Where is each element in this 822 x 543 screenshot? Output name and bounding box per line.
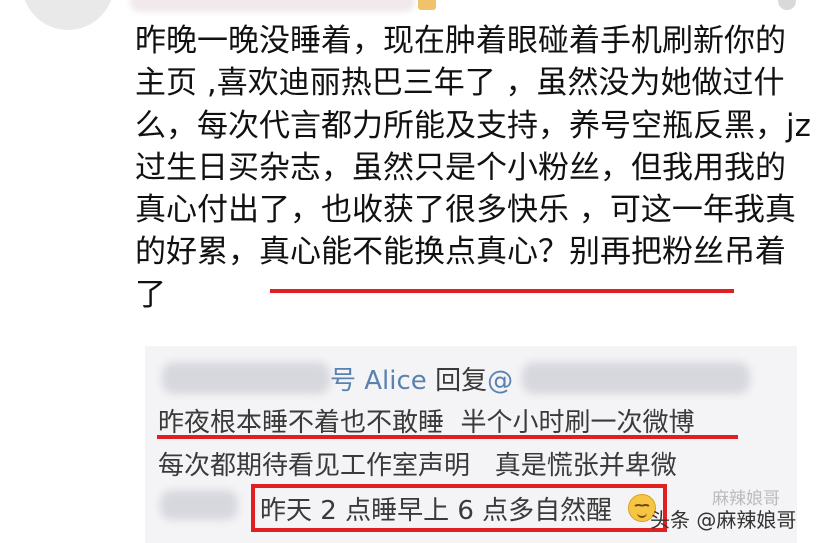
reply-action-label: 回复 [435,366,488,396]
blurred-reply-target [522,362,750,394]
blurred-reply-user-2 [160,490,238,520]
menu-icon[interactable] [778,0,796,10]
highlight-underline [270,289,734,293]
blurred-reply-user [162,362,330,394]
highlight-underline-2 [157,435,738,439]
comment-text: 昨晚一晚没睡着，现在肿着眼碰着手机刷新你的主页 ,喜欢迪丽热巴三年了 ，虽然没为… [135,23,811,313]
reply-header: 号 Alice 回复@ [330,360,513,397]
reply-line-3: 昨天 2 点睡早上 6 点多自然醒 [260,496,613,526]
badge-icon [418,0,436,10]
reply-at[interactable]: @ [487,366,513,396]
avatar[interactable] [22,0,114,30]
reply-line-1: 昨夜根本睡不着也不敢睡 半个小时刷一次微博 [158,408,695,438]
reply-user-name[interactable]: 号 Alice [330,366,427,396]
watermark-text: 头条 @麻辣娘哥 [650,508,797,532]
blurred-username [130,0,415,12]
reply-line-2: 每次都期待看见工作室声明 真是慌张并卑微 [158,451,677,481]
